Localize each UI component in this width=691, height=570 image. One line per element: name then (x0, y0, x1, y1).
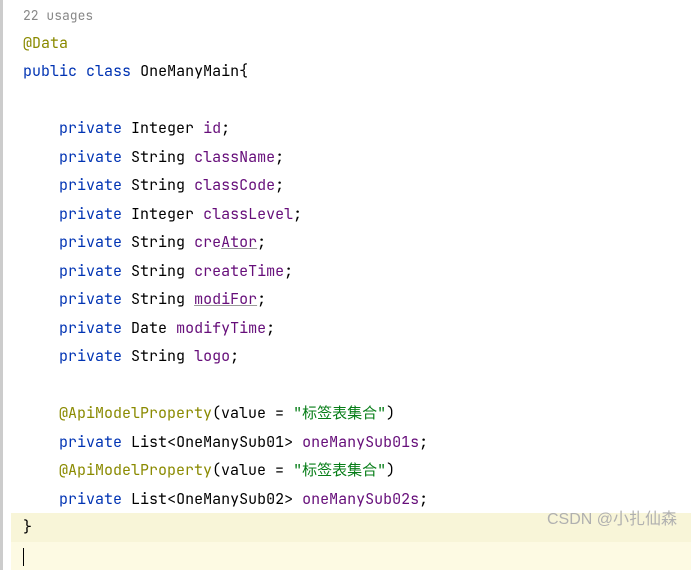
keyword: private (59, 318, 122, 338)
keyword: private (59, 147, 122, 167)
code-line: private String modiFor; (11, 285, 691, 314)
code-line: private String classCode; (11, 171, 691, 200)
usages-hint[interactable]: 22 usages (11, 4, 691, 29)
semicolon: ; (275, 175, 284, 195)
field: logo (194, 346, 230, 366)
field: className (194, 147, 275, 167)
semicolon: ; (275, 147, 284, 167)
keyword: class (86, 61, 131, 81)
code-line: private Integer classLevel; (11, 200, 691, 229)
field: modiFor (194, 289, 257, 309)
keyword: private (59, 289, 122, 309)
annotation: @ApiModelProperty (59, 460, 212, 480)
angle: > (284, 432, 293, 452)
field: oneManySub02s (302, 489, 419, 509)
paren: ) (386, 460, 395, 480)
paren: ) (386, 403, 395, 423)
field: oneManySub01s (302, 432, 419, 452)
keyword: private (59, 232, 122, 252)
keyword: private (59, 204, 122, 224)
field: modifyTime (176, 318, 266, 338)
type: List (131, 489, 167, 509)
keyword: private (59, 346, 122, 366)
field: classCode (194, 175, 275, 195)
code-line: public class OneManyMain{ (11, 57, 691, 86)
field: classLevel (203, 204, 293, 224)
brace: { (239, 61, 248, 81)
semicolon: ; (293, 204, 302, 224)
field: createTime (194, 261, 284, 281)
code-line: @ApiModelProperty(value = "标签表集合") (11, 399, 691, 428)
code-line: @Data (11, 29, 691, 58)
annotation: @ApiModelProperty (59, 403, 212, 423)
field-part-typo: Ator (221, 232, 257, 252)
string-literal: "标签表集合" (293, 460, 386, 480)
keyword: public (23, 61, 77, 81)
string-literal: "标签表集合" (293, 403, 386, 423)
semicolon: ; (230, 346, 239, 366)
angle: < (167, 432, 176, 452)
code-line: private String createTime; (11, 257, 691, 286)
paren: ( (212, 403, 221, 423)
type: String (131, 147, 185, 167)
param: value = (221, 460, 293, 480)
type: String (131, 232, 185, 252)
type: String (131, 175, 185, 195)
code-editor[interactable]: 22 usages @Data public class OneManyMain… (0, 0, 691, 570)
type: String (131, 346, 185, 366)
brace: } (23, 517, 32, 537)
annotation: @Data (23, 33, 68, 53)
type: List (131, 432, 167, 452)
keyword: private (59, 489, 122, 509)
type: Integer (131, 118, 194, 138)
semicolon: ; (266, 318, 275, 338)
semicolon: ; (221, 118, 230, 138)
semicolon: ; (284, 261, 293, 281)
semicolon: ; (419, 489, 428, 509)
highlighted-line: } (11, 513, 691, 542)
code-line: private List<OneManySub02> oneManySub02s… (11, 485, 691, 514)
type: String (131, 261, 185, 281)
semicolon: ; (419, 432, 428, 452)
code-line: private String logo; (11, 342, 691, 371)
code-line: private List<OneManySub01> oneManySub01s… (11, 428, 691, 457)
code-line: private Integer id; (11, 114, 691, 143)
param: value = (221, 403, 293, 423)
angle: > (284, 489, 293, 509)
angle: < (167, 489, 176, 509)
keyword: private (59, 432, 122, 452)
caret (23, 548, 24, 566)
field: id (203, 118, 221, 138)
semicolon: ; (257, 232, 266, 252)
class-name: OneManyMain (140, 61, 239, 81)
type: Integer (131, 204, 194, 224)
code-line: private Date modifyTime; (11, 314, 691, 343)
paren: ( (212, 460, 221, 480)
field-part: cre (194, 232, 221, 252)
generic-type: OneManySub01 (176, 432, 284, 452)
field: creAtor (194, 232, 257, 252)
code-line: private String className; (11, 143, 691, 172)
keyword: private (59, 118, 122, 138)
code-line: @ApiModelProperty(value = "标签表集合") (11, 456, 691, 485)
keyword: private (59, 175, 122, 195)
type: String (131, 289, 185, 309)
blank-line (11, 371, 691, 400)
keyword: private (59, 261, 122, 281)
type: Date (131, 318, 167, 338)
blank-line (11, 86, 691, 115)
semicolon: ; (257, 289, 266, 309)
code-line: private String creAtor; (11, 228, 691, 257)
current-line (11, 542, 691, 570)
generic-type: OneManySub02 (176, 489, 284, 509)
